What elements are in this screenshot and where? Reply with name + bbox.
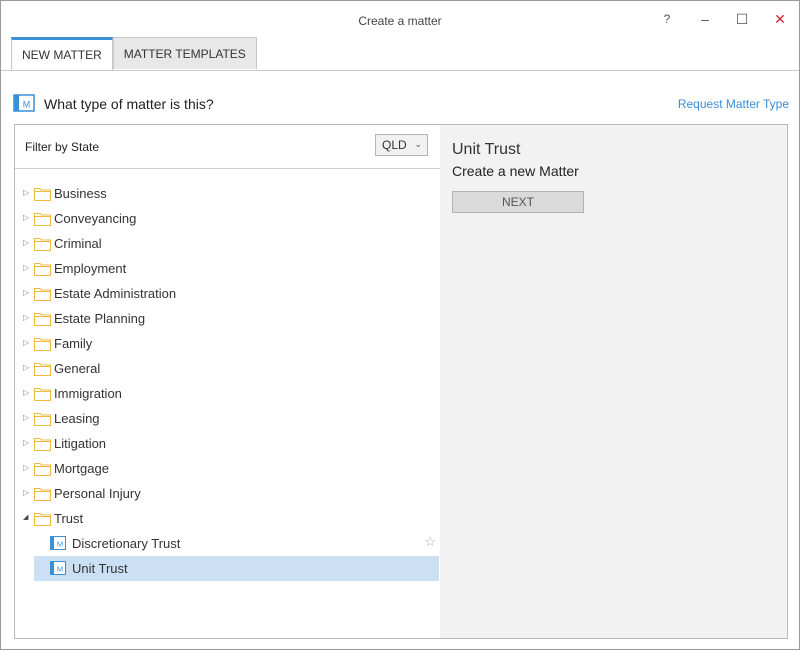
tree-item-discretionary-trust[interactable]: M Discretionary Trust ☆	[34, 531, 439, 556]
tree-item-family[interactable]: ▷ Family	[15, 331, 440, 356]
tree-item-conveyancing[interactable]: ▷ Conveyancing	[15, 206, 440, 231]
folder-icon	[34, 187, 51, 206]
svg-text:M: M	[57, 565, 63, 574]
tree-item-label: Criminal	[54, 236, 102, 251]
tree-item-label: Mortgage	[54, 461, 109, 476]
tree-item-label: Litigation	[54, 436, 107, 451]
tab-bar: NEW MATTER MATTER TEMPLATES	[11, 37, 257, 70]
state-select-value: QLD	[382, 138, 407, 152]
tree-item-litigation[interactable]: ▷ Litigation	[15, 431, 440, 456]
tree-item-mortgage[interactable]: ▷ Mortgage	[15, 456, 440, 481]
matter-icon: M	[50, 536, 66, 555]
collapsed-arrow-icon[interactable]: ▷	[23, 413, 31, 423]
matter-icon: M	[13, 93, 35, 118]
folder-icon	[34, 312, 51, 331]
matter-type-tree: ▷ Business ▷ Conveyancing ▷ Criminal ▷ Employme…	[15, 181, 440, 581]
tree-item-estate-administration[interactable]: ▷ Estate Administration	[15, 281, 440, 306]
request-matter-type-link[interactable]: Request Matter Type	[678, 97, 789, 111]
tree-item-label: Immigration	[54, 386, 122, 401]
collapsed-arrow-icon[interactable]: ▷	[23, 363, 31, 373]
tree-item-label: Estate Planning	[54, 311, 146, 326]
tree-item-label: Discretionary Trust	[72, 536, 181, 551]
matter-icon: M	[50, 561, 66, 580]
tree-item-label: Leasing	[54, 411, 100, 426]
tree-item-label: Personal Injury	[54, 486, 141, 501]
close-button[interactable]: ✕	[766, 7, 794, 31]
tree-item-general[interactable]: ▷ General	[15, 356, 440, 381]
tree-item-label: Unit Trust	[72, 561, 128, 576]
collapsed-arrow-icon[interactable]: ▷	[23, 388, 31, 398]
tree-item-label: Family	[54, 336, 93, 351]
folder-icon	[34, 212, 51, 231]
matter-type-header: M What type of matter is this? Request M…	[13, 91, 789, 117]
collapsed-arrow-icon[interactable]: ▷	[23, 213, 31, 223]
collapsed-arrow-icon[interactable]: ▷	[23, 188, 31, 198]
chevron-down-icon: ⌄	[414, 139, 422, 149]
detail-subtitle: Create a new Matter	[452, 163, 579, 179]
page-title: What type of matter is this?	[44, 96, 214, 112]
tree-item-unit-trust[interactable]: M Unit Trust	[34, 556, 439, 581]
favorite-star-icon[interactable]: ☆	[424, 534, 436, 550]
collapsed-arrow-icon[interactable]: ▷	[23, 263, 31, 273]
help-button[interactable]: ?	[653, 7, 681, 31]
svg-text:M: M	[23, 100, 31, 110]
collapsed-arrow-icon[interactable]: ▷	[23, 438, 31, 448]
tree-item-criminal[interactable]: ▷ Criminal	[15, 231, 440, 256]
minimize-button[interactable]: –	[691, 7, 719, 31]
tree-item-personal-injury[interactable]: ▷ Personal Injury	[15, 481, 440, 506]
folder-icon	[34, 362, 51, 381]
folder-icon	[34, 462, 51, 481]
tree-item-business[interactable]: ▷ Business	[15, 181, 440, 206]
tree-item-employment[interactable]: ▷ Employment	[15, 256, 440, 281]
tree-item-label: Conveyancing	[54, 211, 137, 226]
tree-item-label: Employment	[54, 261, 127, 276]
filter-by-state-label: Filter by State	[25, 140, 100, 154]
next-button[interactable]: NEXT	[452, 191, 584, 213]
folder-icon	[34, 262, 51, 281]
detail-title: Unit Trust	[452, 141, 521, 158]
folder-icon	[34, 237, 51, 256]
tree-item-label: Estate Administration	[54, 286, 177, 301]
collapsed-arrow-icon[interactable]: ▷	[23, 338, 31, 348]
svg-text:M: M	[57, 540, 63, 549]
collapsed-arrow-icon[interactable]: ▷	[23, 288, 31, 298]
tree-item-leasing[interactable]: ▷ Leasing	[15, 406, 440, 431]
expanded-arrow-icon[interactable]: ◢	[23, 513, 31, 523]
tree-item-label: General	[54, 361, 101, 376]
tree-item-label: Trust	[54, 511, 84, 526]
collapsed-arrow-icon[interactable]: ▷	[23, 313, 31, 323]
folder-icon	[34, 337, 51, 356]
collapsed-arrow-icon[interactable]: ▷	[23, 238, 31, 248]
tab-divider	[1, 70, 799, 71]
folder-icon	[34, 487, 51, 506]
folder-icon	[34, 387, 51, 406]
collapsed-arrow-icon[interactable]: ▷	[23, 463, 31, 473]
tree-item-immigration[interactable]: ▷ Immigration	[15, 381, 440, 406]
create-matter-window: Create a matter ? – ☐ ✕ NEW MATTER MATTE…	[0, 0, 800, 650]
tree-item-trust[interactable]: ◢ Trust	[15, 506, 440, 531]
tab-new-matter[interactable]: NEW MATTER	[11, 37, 113, 70]
title-bar: Create a matter ? – ☐ ✕	[1, 1, 799, 37]
collapsed-arrow-icon[interactable]: ▷	[23, 488, 31, 498]
matter-detail-pane: Unit Trust Create a new Matter NEXT	[440, 124, 788, 639]
folder-icon	[34, 512, 51, 531]
folder-icon	[34, 437, 51, 456]
folder-icon	[34, 287, 51, 306]
tree-item-label: Business	[54, 186, 107, 201]
tree-item-estate-planning[interactable]: ▷ Estate Planning	[15, 306, 440, 331]
filter-bar: Filter by State QLD ⌄	[15, 125, 440, 169]
state-select[interactable]: QLD ⌄	[375, 134, 428, 156]
folder-icon	[34, 412, 51, 431]
tab-matter-templates[interactable]: MATTER TEMPLATES	[112, 37, 257, 69]
matter-type-list-pane: Filter by State QLD ⌄ ▷ Business ▷ Conveyan…	[14, 124, 441, 639]
maximize-button[interactable]: ☐	[728, 7, 756, 31]
